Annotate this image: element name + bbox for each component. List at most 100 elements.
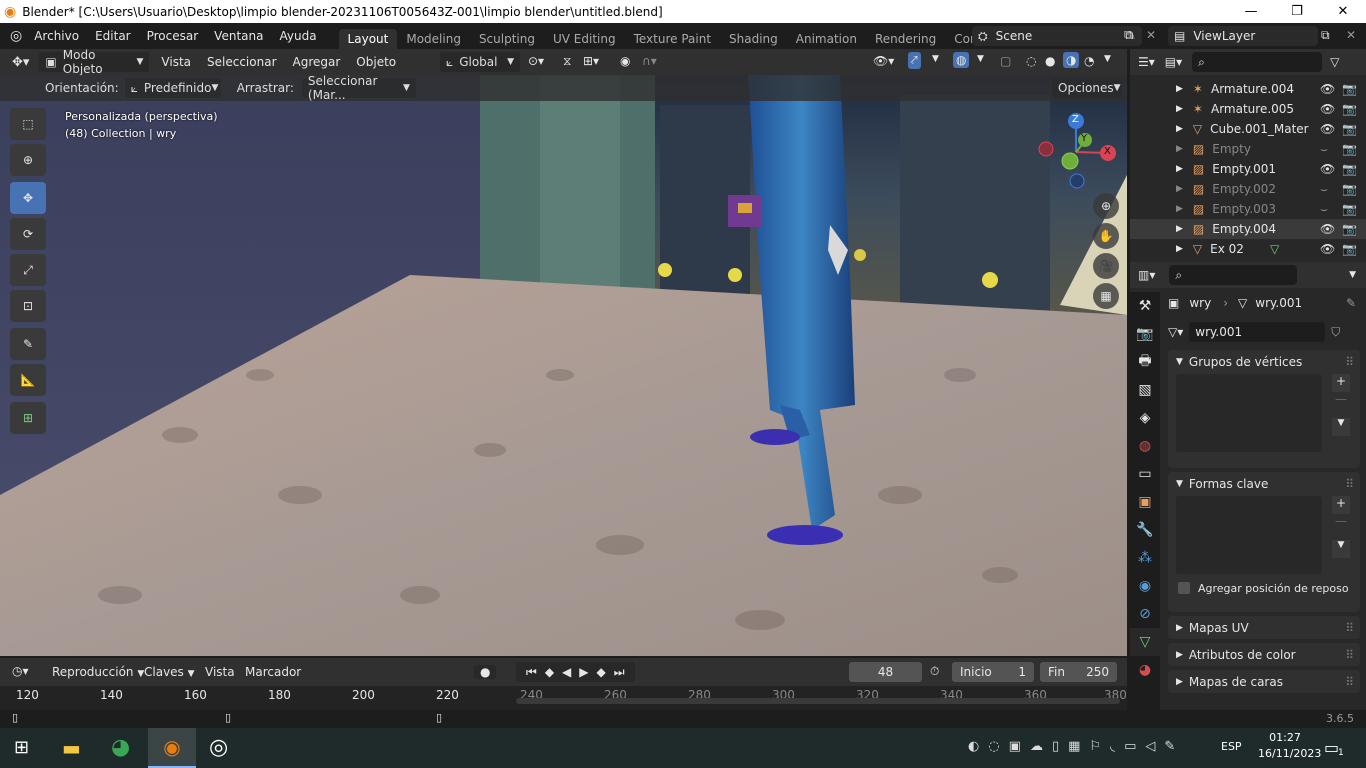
menu-vista-timeline[interactable]: Vista (205, 665, 235, 679)
camera-icon[interactable]: 📷 (1342, 182, 1357, 196)
camera-icon[interactable]: 📷 (1342, 202, 1357, 216)
vertex-group-list[interactable] (1176, 374, 1322, 452)
menu-objeto[interactable]: Objeto (348, 55, 404, 69)
scale-tool[interactable]: ⤢ (10, 254, 46, 286)
zoom-button[interactable]: ⊕ (1093, 193, 1119, 219)
properties-editor-icon[interactable]: ▥▾ (1138, 268, 1155, 282)
render-tab[interactable]: 📷 (1130, 320, 1160, 348)
outliner-row-empty[interactable]: ▶ ▨ Empty ⌣ 📷 (1130, 139, 1366, 159)
properties-search[interactable]: ⌕ (1169, 265, 1298, 285)
orientation-dropdown[interactable]: ⟀ Predefinido ▼ (124, 78, 221, 98)
drag-dropdown[interactable]: Seleccionar (Mar... ▼ (301, 74, 416, 102)
camera-view-button[interactable]: 🎥 (1093, 253, 1119, 279)
tool-tab[interactable]: ⚒ (1130, 292, 1160, 320)
material-shading-icon[interactable]: ◑ (1063, 52, 1080, 68)
menu-button[interactable]: ▼ (1332, 418, 1350, 436)
pivot-icon[interactable]: ⊙▾ (528, 54, 544, 68)
new-view-layer-icon[interactable]: ⧉ (1321, 28, 1330, 43)
outliner-row-armature-004[interactable]: ▶ ✶ Armature.004 👁 📷 (1130, 79, 1366, 99)
hidden-icon[interactable]: ⌣ (1320, 182, 1328, 197)
expand-icon[interactable]: ▶ (1176, 204, 1183, 214)
collection-tab[interactable]: ▭ (1130, 460, 1160, 488)
scene-tab[interactable]: ◈ (1130, 404, 1160, 432)
fake-user-icon[interactable]: ⛉ (1331, 325, 1340, 340)
timeline-scrollbar[interactable] (516, 698, 1120, 704)
mesh-data-icon[interactable]: ▽▾ (1168, 325, 1183, 339)
modifier-tab[interactable]: 🔧 (1130, 516, 1160, 544)
physics-tab[interactable]: ◉ (1130, 572, 1160, 600)
eye-icon[interactable]: 👁 (1320, 122, 1335, 136)
new-scene-icon[interactable]: ⧉ (1124, 28, 1133, 43)
current-frame-field[interactable]: 48 (849, 662, 922, 682)
file-explorer-icon[interactable]: ▬ (62, 736, 81, 760)
particles-tab[interactable]: ⁂ (1130, 544, 1160, 572)
add-cube-tool[interactable]: ⊞ (10, 402, 46, 434)
drag-handle-icon[interactable]: ⠿ (1345, 621, 1354, 635)
menu-editar[interactable]: Editar (87, 29, 139, 43)
mode-dropdown[interactable]: ▣ Modo Objeto ▼ (39, 48, 150, 76)
panel-face-maps[interactable]: ▶ Mapas de caras ⠿ (1168, 670, 1360, 693)
menu-reproduccion[interactable]: Reproducción ▼ (52, 665, 144, 679)
camera-icon[interactable]: 📷 (1342, 142, 1357, 156)
tab-uv-editing[interactable]: UV Editing (544, 29, 625, 49)
falloff-icon[interactable]: ∩▾ (642, 54, 657, 68)
ortho-toggle-button[interactable]: ▦ (1093, 283, 1119, 309)
editor-type-icon[interactable]: ✥▾ (12, 55, 29, 70)
notification-icon[interactable]: ▭ (1324, 738, 1339, 757)
transform-tool[interactable]: ⊡ (10, 290, 46, 322)
eye-icon[interactable]: 👁 (1320, 102, 1335, 116)
outliner-row-cube-001[interactable]: ▶ ▽ Cube.001_Mater 👁 📷 (1130, 119, 1366, 139)
end-frame-field[interactable]: Fin 250 (1040, 662, 1117, 682)
material-tab[interactable]: ◕ (1130, 656, 1160, 684)
constraints-tab[interactable]: ⊘ (1130, 600, 1160, 628)
menu-button[interactable]: ▼ (1332, 540, 1350, 558)
tab-texture-paint[interactable]: Texture Paint (625, 29, 720, 49)
tab-sculpting[interactable]: Sculpting (470, 29, 544, 49)
overlay-menu-icon[interactable]: ▼ (977, 54, 984, 64)
stopwatch-icon[interactable]: ⏱ (930, 664, 939, 679)
expand-icon[interactable]: ▶ (1176, 244, 1183, 254)
filter-icon[interactable]: ▽ (1330, 55, 1339, 69)
object-tab[interactable]: ▣ (1130, 488, 1160, 516)
menu-ventana[interactable]: Ventana (206, 29, 271, 43)
camera-icon[interactable]: 📷 (1342, 162, 1357, 176)
hidden-icon[interactable]: ⌣ (1320, 142, 1328, 157)
tray-icons[interactable]: ◐◌▣☁▯▦⚐◟▭◁✎ (968, 739, 1184, 754)
windows-start-icon[interactable]: ⊞ (14, 737, 29, 758)
view-layer-tab[interactable]: ▧ (1130, 376, 1160, 404)
eye-icon[interactable]: 👁 (1320, 162, 1335, 176)
drag-handle-icon[interactable]: ⠿ (1345, 355, 1354, 369)
start-frame-field[interactable]: Inicio 1 (952, 662, 1034, 682)
expand-icon[interactable]: ▶ (1176, 104, 1183, 114)
menu-seleccionar[interactable]: Seleccionar (199, 55, 284, 69)
data-tab[interactable]: ▽ (1130, 628, 1160, 656)
wireframe-shading-icon[interactable]: ◌ (1026, 54, 1036, 68)
scene-selector[interactable]: ⛭ Scene ✎ (972, 26, 1142, 46)
view-layer-selector[interactable]: ▤ ViewLayer (1168, 26, 1318, 46)
expand-icon[interactable]: ▶ (1176, 164, 1183, 174)
outliner-row-armature-005[interactable]: ▶ ✶ Armature.005 👁 📷 (1130, 99, 1366, 119)
visibility-icon[interactable]: 👁▾ (873, 54, 894, 68)
outliner-row-ex-02[interactable]: ▶ ▽ Ex 02 ▽ 👁 📷 (1130, 239, 1366, 259)
outliner-row-empty-001[interactable]: ▶ ▨ Empty.001 👁 📷 (1130, 159, 1366, 179)
menu-procesar[interactable]: Procesar (139, 29, 207, 43)
panel-header[interactable]: ▼ Formas clave ⠿ (1168, 472, 1360, 496)
drag-handle-icon[interactable]: ⠿ (1345, 675, 1354, 689)
select-box-tool[interactable]: ⬚ (10, 108, 46, 140)
play-icon[interactable]: ▶ (579, 665, 588, 679)
tab-modeling[interactable]: Modeling (397, 29, 470, 49)
proportional-edit-icon[interactable]: ◉ (620, 54, 630, 68)
tab-animation[interactable]: Animation (787, 29, 866, 49)
menu-agregar[interactable]: Agregar (285, 55, 349, 69)
xray-icon[interactable]: ▢ (1000, 54, 1011, 68)
annotate-tool[interactable]: ✎ (10, 328, 46, 360)
output-tab[interactable]: 🖶 (1130, 348, 1160, 376)
chevron-down-icon[interactable]: ▼ (1349, 270, 1356, 280)
delete-view-layer-icon[interactable]: ✕ (1346, 28, 1356, 42)
outliner-editor-icon[interactable]: ☰▾ (1138, 55, 1155, 69)
3d-viewport[interactable] (0, 75, 1127, 656)
drag-handle-icon[interactable]: ⠿ (1345, 477, 1354, 491)
snap-target-icon[interactable]: ⊞▾ (583, 54, 599, 68)
rendered-shading-icon[interactable]: ◔ (1084, 54, 1094, 68)
rotate-tool[interactable]: ⟳ (10, 218, 46, 250)
